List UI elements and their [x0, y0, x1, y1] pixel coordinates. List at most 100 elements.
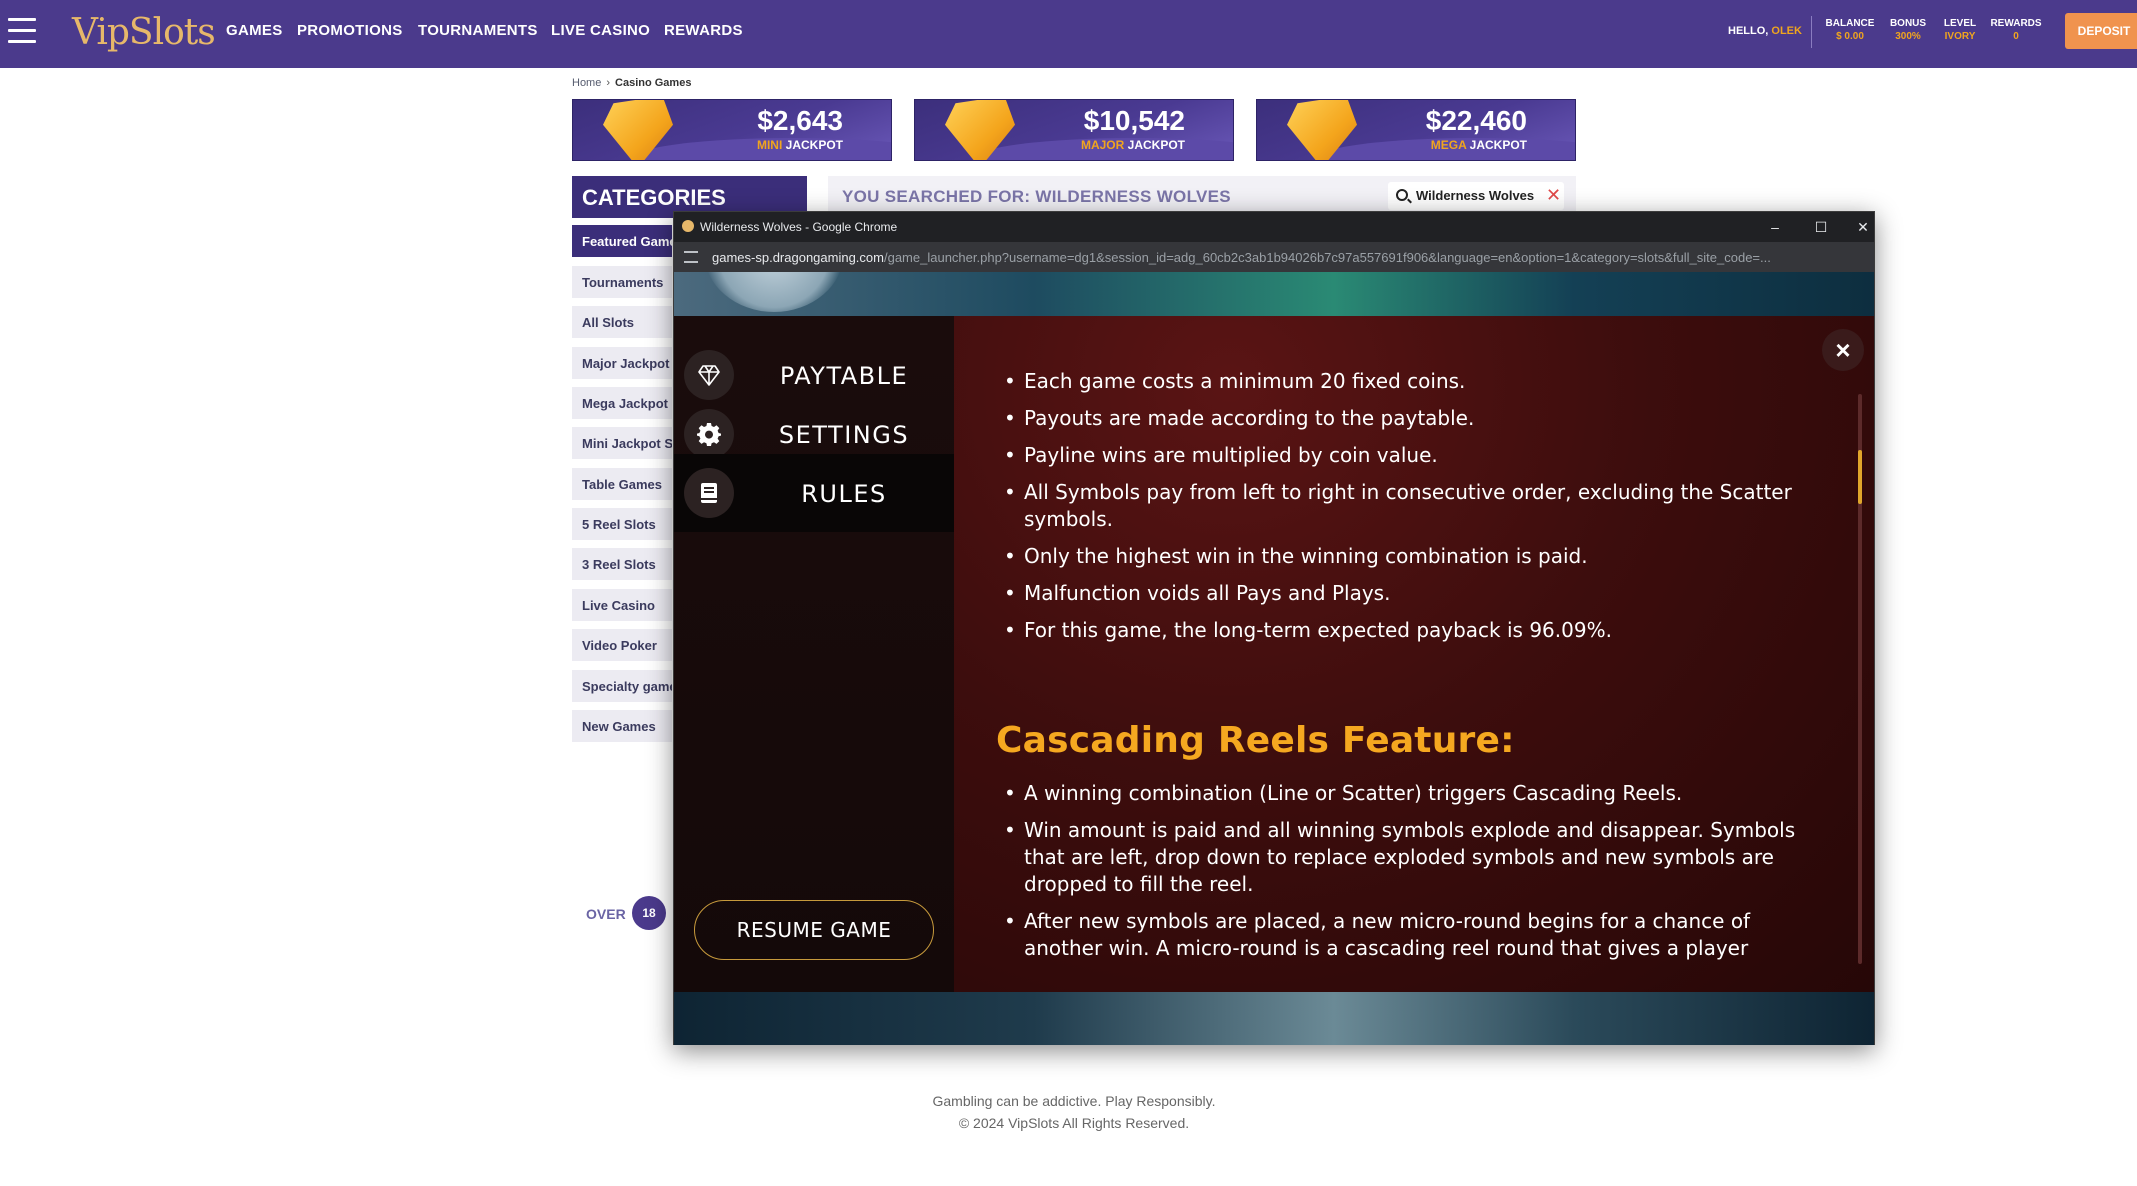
jackpot-suffix: JACKPOT	[1127, 138, 1185, 152]
jackpot-kind: MINI	[756, 138, 783, 152]
moon-graphic	[704, 272, 844, 312]
divider	[1811, 16, 1812, 48]
breadcrumb-home[interactable]: Home	[572, 77, 601, 89]
search-results-label: YOU SEARCHED FOR: WILDERNESS WOLVES	[842, 187, 1231, 206]
greeting-text: HELLO,	[1728, 25, 1769, 37]
count-badge: 18	[632, 896, 666, 930]
mini-jackpot-banner[interactable]: $2,643 MINI JACKPOT	[572, 99, 892, 161]
list-item: Malfunction voids all Pays and Plays.	[1004, 580, 1804, 607]
nav-live-casino[interactable]: LIVE CASINO	[551, 22, 650, 39]
book-icon	[684, 468, 734, 518]
menu-label: RULES	[801, 480, 887, 508]
copyright: © 2024 VipSlots All Rights Reserved.	[958, 1115, 1190, 1131]
username[interactable]: OLEK	[1771, 25, 1802, 37]
category-mega-jackpot-slots[interactable]: Mega Jackpot Slots	[572, 387, 672, 419]
maximize-icon[interactable]: ☐	[1806, 216, 1836, 238]
game-background-top	[674, 272, 1874, 316]
list-item: For this game, the long-term expected pa…	[1004, 617, 1804, 644]
stat-label: LEVEL	[1943, 18, 1977, 29]
url-path: /game_launcher.php?username=dg1&session_…	[883, 250, 1771, 265]
game-menu: PAYTABLE SETTINGS RULES RESUME GAME	[674, 316, 954, 992]
list-item: All Symbols pay from left to right in co…	[1004, 479, 1804, 533]
stat-label: BALANCE	[1825, 18, 1875, 29]
bonus-stat[interactable]: BONUS 300%	[1886, 17, 1930, 43]
category-live-casino[interactable]: Live Casino	[572, 589, 672, 621]
category-all-slots[interactable]: All Slots	[572, 306, 672, 338]
list-item: Payouts are made according to the paytab…	[1004, 405, 1804, 432]
major-jackpot-banner[interactable]: $10,542 MAJOR JACKPOT	[914, 99, 1234, 161]
gear-icon	[684, 409, 734, 459]
search-icon	[1396, 189, 1408, 201]
category-tournaments[interactable]: Tournaments	[572, 266, 672, 298]
nav-rewards[interactable]: REWARDS	[664, 22, 743, 39]
nav-games[interactable]: GAMES	[226, 22, 283, 39]
category-video-poker[interactable]: Video Poker	[572, 629, 672, 661]
list-item: Payline wins are multiplied by coin valu…	[1004, 442, 1804, 469]
nav-promotions[interactable]: PROMOTIONS	[297, 22, 403, 39]
jackpot-label: MINI JACKPOT	[757, 138, 843, 152]
nav-tournaments[interactable]: TOURNAMENTS	[418, 22, 538, 39]
close-icon[interactable]: ✕	[1546, 185, 1561, 205]
close-window-icon[interactable]: ✕	[1852, 216, 1874, 238]
scrollbar-thumb[interactable]	[1858, 450, 1862, 504]
category-specialty-games[interactable]: Specialty games	[572, 670, 672, 702]
deposit-button[interactable]: DEPOSIT	[2065, 13, 2137, 49]
breadcrumb: Home › Casino Games	[572, 77, 691, 89]
window-titlebar[interactable]: Wilderness Wolves - Google Chrome – ☐ ✕	[674, 212, 1874, 242]
game-viewport[interactable]: PAYTABLE SETTINGS RULES RESUME GAME × Ea	[674, 272, 1874, 1045]
list-item: A winning combination (Line or Scatter) …	[1004, 780, 1804, 807]
jackpot-amount: $2,643	[757, 105, 843, 136]
stat-value: 300%	[1895, 31, 1921, 42]
resume-game-button[interactable]: RESUME GAME	[694, 900, 934, 960]
jackpot-amount: $10,542	[1083, 105, 1185, 136]
stat-label: REWARDS	[1990, 18, 2042, 29]
stat-value: $ 0.00	[1836, 31, 1864, 42]
menu-label: SETTINGS	[778, 421, 910, 449]
mega-jackpot-banner[interactable]: $22,460 MEGA JACKPOT	[1256, 99, 1576, 161]
jackpot-amount: $22,460	[1425, 105, 1527, 136]
category-5-reel-slots[interactable]: 5 Reel Slots	[572, 508, 672, 540]
site-favicon-icon	[682, 220, 694, 232]
search-value[interactable]: Wilderness Wolves	[1416, 188, 1534, 203]
chevron-right-icon: ›	[606, 77, 611, 89]
top-navigation: VipSlots GAMES PROMOTIONS TOURNAMENTS LI…	[0, 0, 2137, 68]
category-table-games[interactable]: Table Games	[572, 468, 672, 500]
list-item: After new symbols are placed, a new micr…	[1004, 908, 1804, 962]
url-text[interactable]: games-sp.dragongaming.com/game_launcher.…	[712, 250, 1862, 265]
close-icon[interactable]: ×	[1822, 329, 1864, 371]
user-greeting: HELLO, OLEK	[1728, 25, 1802, 37]
general-rules-list: Each game costs a minimum 20 fixed coins…	[1004, 368, 1804, 654]
section-title: Cascading Reels Feature:	[996, 720, 1515, 761]
footer: Gambling can be addictive. Play Responsi…	[0, 1090, 2137, 1134]
breadcrumb-current: Casino Games	[615, 77, 692, 89]
category-featured-games[interactable]: Featured Games	[572, 225, 672, 257]
url-host: games-sp.dragongaming.com	[712, 250, 884, 265]
category-3-reel-slots[interactable]: 3 Reel Slots	[572, 548, 672, 580]
jackpot-suffix: JACKPOT	[785, 138, 843, 152]
menu-icon[interactable]	[8, 18, 36, 44]
rewards-stat[interactable]: REWARDS 0	[1988, 17, 2044, 43]
search-input[interactable]: Wilderness Wolves ✕	[1388, 182, 1564, 210]
minimize-icon[interactable]: –	[1760, 216, 1790, 238]
jackpot-kind: MAJOR	[1080, 138, 1125, 152]
site-logo[interactable]: VipSlots	[72, 12, 216, 53]
category-mini-jackpot-slots[interactable]: Mini Jackpot Slots	[572, 427, 672, 459]
level-stat[interactable]: LEVEL IVORY	[1940, 17, 1980, 43]
menu-item-rules[interactable]: RULES	[674, 454, 954, 532]
responsible-gambling-notice: Gambling can be addictive. Play Responsi…	[932, 1093, 1216, 1109]
window-title: Wilderness Wolves - Google Chrome	[700, 220, 898, 234]
address-bar[interactable]: games-sp.dragongaming.com/game_launcher.…	[674, 242, 1874, 272]
scrollbar[interactable]	[1858, 394, 1862, 964]
chrome-popup-window: Wilderness Wolves - Google Chrome – ☐ ✕ …	[673, 211, 1875, 1045]
category-new-games[interactable]: New Games	[572, 710, 672, 742]
site-info-icon[interactable]	[684, 251, 698, 263]
category-major-jackpot-slots[interactable]: Major Jackpot Slots	[572, 347, 672, 379]
rules-panel: × Each game costs a minimum 20 fixed coi…	[954, 316, 1874, 992]
game-background-bottom	[674, 992, 1874, 1045]
jackpot-label: MEGA JACKPOT	[1431, 138, 1527, 152]
jackpot-suffix: JACKPOT	[1469, 138, 1527, 152]
stat-value: 0	[2013, 31, 2019, 42]
balance-stat[interactable]: BALANCE $ 0.00	[1825, 17, 1875, 43]
list-item: Only the highest win in the winning comb…	[1004, 543, 1804, 570]
over-label: OVER	[586, 906, 626, 922]
